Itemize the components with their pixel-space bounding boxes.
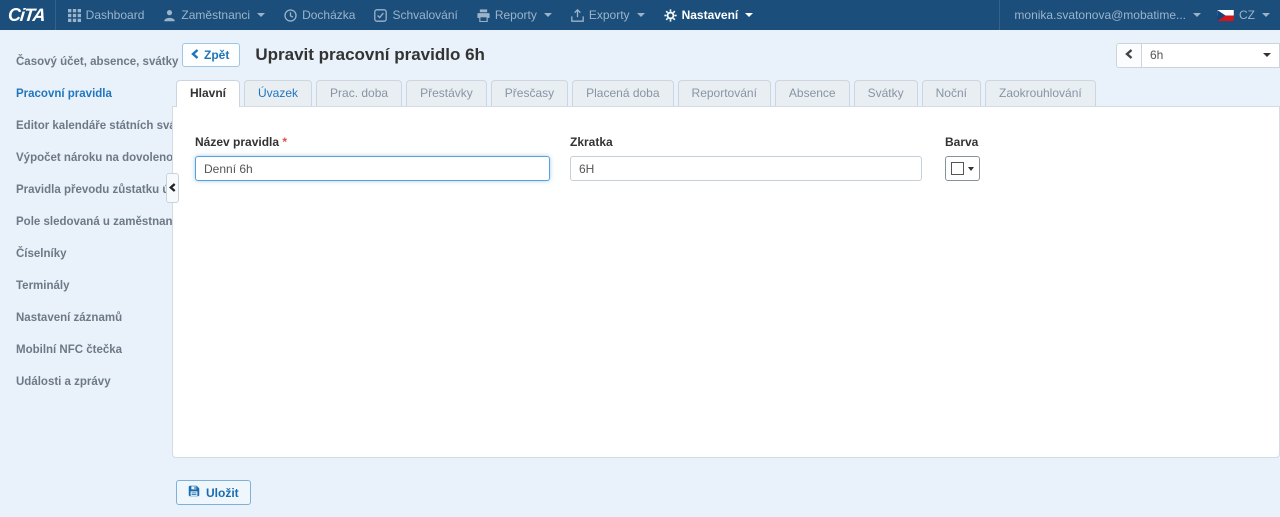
user-menu[interactable]: monika.svatonova@mobatime... xyxy=(1014,8,1201,22)
color-field-label: Barva xyxy=(945,135,980,149)
required-asterisk: * xyxy=(282,135,287,149)
nav-item-dochazka[interactable]: Docházka xyxy=(284,8,355,22)
chevron-down-icon xyxy=(1263,53,1271,57)
sidebar-item-pole-sledovana[interactable]: Pole sledovaná u zaměstnanců xyxy=(0,206,172,238)
name-field-group: Název pravidla * xyxy=(195,135,550,181)
main-content: Zpět Upravit pracovní pravidlo 6h 6h Hla… xyxy=(172,30,1280,517)
nav-item-reporty[interactable]: Reporty xyxy=(477,8,552,22)
floppy-disk-icon xyxy=(188,485,200,500)
czech-flag-icon xyxy=(1217,10,1234,21)
printer-icon xyxy=(477,9,490,22)
color-swatch xyxy=(951,162,964,175)
tab-hlavni[interactable]: Hlavní xyxy=(176,80,240,107)
abbreviation-field-group: Zkratka xyxy=(570,135,922,181)
chevron-left-icon xyxy=(191,48,199,62)
color-field-group: Barva xyxy=(945,135,980,181)
tab-prac-doba[interactable]: Prac. doba xyxy=(316,80,402,106)
chevron-down-icon xyxy=(745,13,753,17)
tab-reportovani[interactable]: Reportování xyxy=(678,80,771,106)
tab-absence[interactable]: Absence xyxy=(775,80,850,106)
save-button[interactable]: Uložit xyxy=(176,480,251,505)
sidebar-item-terminaly[interactable]: Terminály xyxy=(0,270,172,302)
nav-item-nastaveni[interactable]: Nastavení xyxy=(664,8,754,22)
nav-item-label: Exporty xyxy=(589,8,630,22)
sidebar-item-casovy-ucet[interactable]: Časový účet, absence, svátky xyxy=(0,46,172,78)
rule-form: Název pravidla * Zkratka Barva xyxy=(173,107,1279,181)
sidebar-item-mobilni-nfc[interactable]: Mobilní NFC čtečka xyxy=(0,334,172,366)
nav-item-label: Schvalování xyxy=(392,8,457,22)
navbar-divider xyxy=(55,0,56,30)
sidebar-item-editor-kalendare[interactable]: Editor kalendáře státních svátků xyxy=(0,110,172,142)
back-button[interactable]: Zpět xyxy=(182,43,240,67)
previous-record-button[interactable] xyxy=(1116,43,1142,68)
abbreviation-input[interactable] xyxy=(570,156,922,181)
top-navbar: CiTA Dashboard Zaměstnanci Docházka Schv… xyxy=(0,0,1280,30)
record-selector: 6h xyxy=(1116,43,1280,68)
sidebar-collapse-handle[interactable] xyxy=(166,173,179,203)
settings-sidebar: Časový účet, absence, svátky Pracovní pr… xyxy=(0,30,172,517)
page-header: Zpět Upravit pracovní pravidlo 6h 6h xyxy=(172,30,1280,80)
tab-prestavky[interactable]: Přestávky xyxy=(406,80,487,106)
tab-placena-doba[interactable]: Placená doba xyxy=(572,80,673,106)
sidebar-item-udalosti-zpravy[interactable]: Události a zprávy xyxy=(0,366,172,398)
language-code: CZ xyxy=(1239,8,1255,22)
logo-text: iTA xyxy=(19,5,46,26)
tab-svatky[interactable]: Svátky xyxy=(854,80,918,106)
abbreviation-field-label: Zkratka xyxy=(570,135,922,149)
chevron-down-icon xyxy=(544,13,552,17)
save-button-label: Uložit xyxy=(206,486,239,500)
nav-item-exporty[interactable]: Exporty xyxy=(571,8,645,22)
nav-item-label: Nastavení xyxy=(682,8,739,22)
language-menu[interactable]: CZ xyxy=(1217,8,1270,22)
person-icon xyxy=(163,9,176,22)
sidebar-item-nastaveni-zaznamu[interactable]: Nastavení záznamů xyxy=(0,302,172,334)
sidebar-item-ciselniky[interactable]: Číselníky xyxy=(0,238,172,270)
chevron-down-icon xyxy=(637,13,645,17)
tab-bar: Hlavní Úvazek Prac. doba Přestávky Přesč… xyxy=(176,80,1280,106)
navbar-divider xyxy=(999,0,1000,30)
chevron-down-icon xyxy=(1193,13,1201,17)
color-picker-button[interactable] xyxy=(945,156,980,181)
gear-icon xyxy=(664,9,677,22)
clock-icon xyxy=(284,9,297,22)
export-icon xyxy=(571,9,584,22)
back-button-label: Zpět xyxy=(204,48,229,62)
nav-item-label: Reporty xyxy=(495,8,537,22)
chevron-down-icon xyxy=(1262,13,1270,17)
nav-item-schvalovani[interactable]: Schvalování xyxy=(374,8,457,22)
tab-content-panel: Název pravidla * Zkratka Barva xyxy=(172,106,1280,458)
record-dropdown-value: 6h xyxy=(1150,48,1163,62)
chevron-down-icon xyxy=(968,167,974,171)
main-menu: Dashboard Zaměstnanci Docházka Schvalová… xyxy=(68,0,773,30)
page-title: Upravit pracovní pravidlo 6h xyxy=(255,45,485,65)
nav-item-dashboard[interactable]: Dashboard xyxy=(68,8,145,22)
sidebar-item-vypocet-naroku[interactable]: Výpočet nároku na dovolenou xyxy=(0,142,172,174)
chevron-left-icon xyxy=(169,181,176,195)
sidebar-item-pracovni-pravidla[interactable]: Pracovní pravidla xyxy=(0,78,172,110)
sidebar-item-pravidla-prevodu[interactable]: Pravidla převodu zůstatku účtů xyxy=(0,174,172,206)
tab-prescasy[interactable]: Přesčasy xyxy=(491,80,568,106)
name-field-label: Název pravidla * xyxy=(195,135,550,149)
user-email: monika.svatonova@mobatime... xyxy=(1014,8,1186,22)
nav-item-label: Dashboard xyxy=(86,8,145,22)
grid-icon xyxy=(68,9,81,22)
tab-nocni[interactable]: Noční xyxy=(922,80,981,106)
nav-item-label: Docházka xyxy=(302,8,355,22)
navbar-right: monika.svatonova@mobatime... CZ xyxy=(999,0,1270,30)
tab-zaokrouhlovani[interactable]: Zaokrouhlování xyxy=(985,80,1096,106)
nav-item-label: Zaměstnanci xyxy=(181,8,250,22)
chevron-down-icon xyxy=(257,13,265,17)
app-logo[interactable]: CiTA xyxy=(8,5,45,26)
name-input[interactable] xyxy=(195,156,550,181)
check-square-icon xyxy=(374,9,387,22)
tab-uvazek[interactable]: Úvazek xyxy=(244,80,312,106)
record-dropdown[interactable]: 6h xyxy=(1142,43,1280,68)
nav-item-zamestnanci[interactable]: Zaměstnanci xyxy=(163,8,265,22)
chevron-left-icon xyxy=(1125,48,1133,62)
